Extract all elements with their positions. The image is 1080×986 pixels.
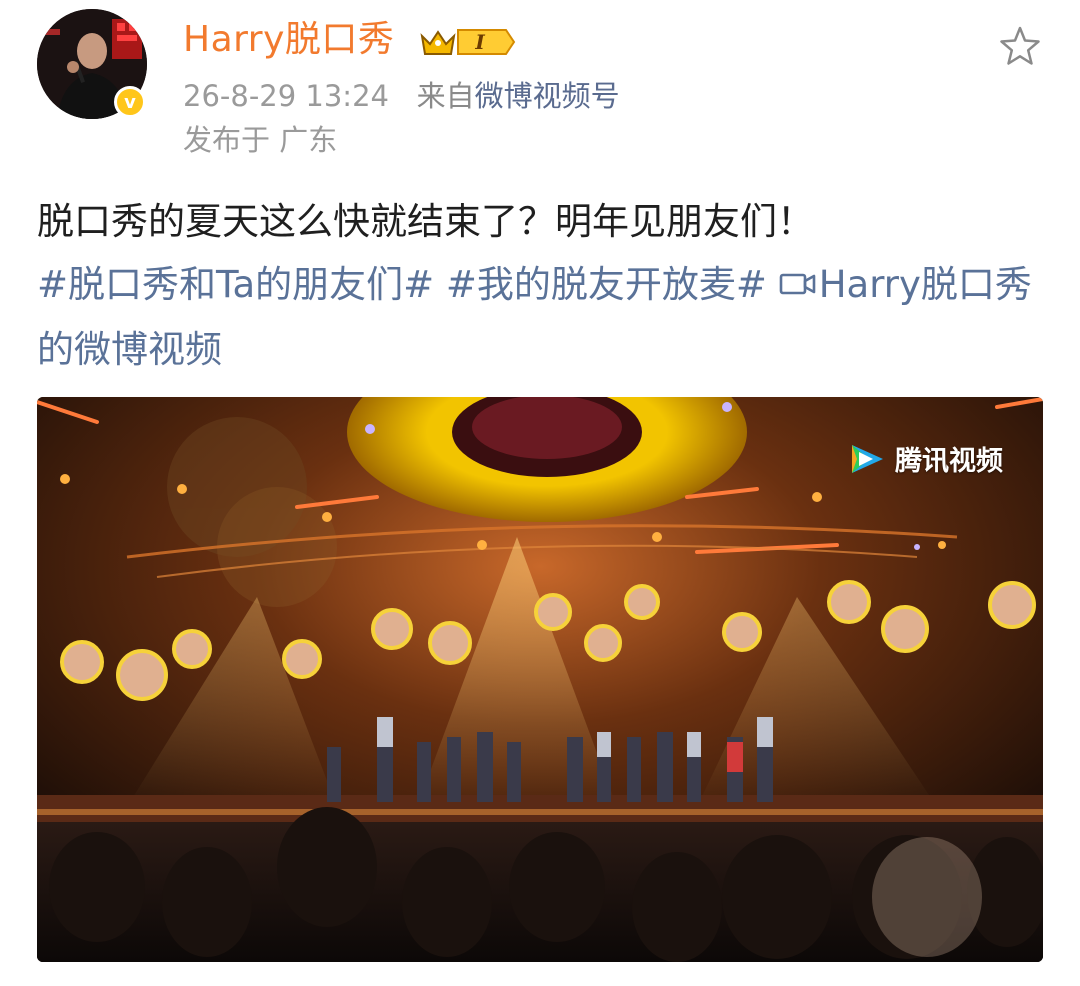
crown-icon[interactable]: I: [418, 22, 518, 62]
verified-v-icon: v: [114, 86, 146, 118]
star-outline-icon[interactable]: [998, 24, 1042, 68]
hashtag-open-mic[interactable]: #我的脱友开放麦#: [446, 263, 767, 306]
post-text: 脱口秀的夏天这么快就结束了？明年见朋友们！: [37, 200, 814, 243]
weibo-post: v Harry脱口秀 I 26-8-29 13:24 来自微博视频号 发布于 广…: [0, 0, 1080, 986]
video-camera-icon: [779, 255, 817, 318]
watermark-text: 腾讯视频: [895, 446, 1003, 477]
source-link[interactable]: 微博视频号: [475, 79, 620, 113]
timestamp: 26-8-29 13:24: [183, 79, 389, 113]
member-level-label: I: [474, 30, 485, 54]
username[interactable]: Harry脱口秀: [183, 16, 394, 64]
video-watermark: 腾讯视频: [849, 439, 1003, 478]
location: 发布于 广东: [183, 123, 338, 157]
source-prefix: 来自: [416, 79, 475, 113]
tencent-video-logo-icon: [852, 444, 883, 473]
post-body: 脱口秀的夏天这么快就结束了？明年见朋友们！ #脱口秀和Ta的朋友们# #我的脱友…: [37, 190, 1047, 381]
stage-scene: [37, 397, 1043, 962]
post-meta: 26-8-29 13:24 来自微博视频号: [183, 76, 620, 116]
video-thumbnail[interactable]: 腾讯视频: [37, 397, 1043, 962]
hashtag-talkshow-friends[interactable]: #脱口秀和Ta的朋友们#: [37, 263, 434, 306]
